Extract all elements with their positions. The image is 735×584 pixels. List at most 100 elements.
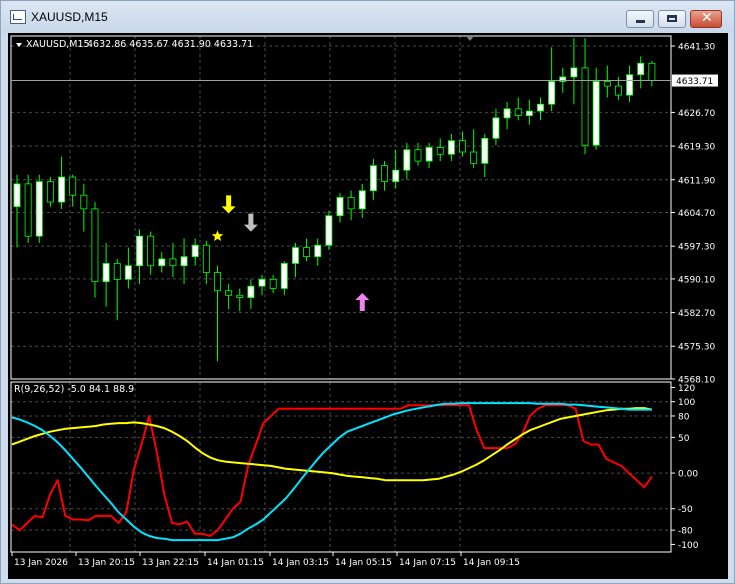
bear-candle [303,247,311,258]
close-icon: ✕ [701,10,713,26]
indicator-tick-label: -80 [678,527,693,537]
price-tick-label: 4604.70 [678,209,715,219]
price-axis: 4641.30 4633.71 4626.70 4619.30 4611.90 4604.… [671,43,718,386]
bear-candle [581,67,589,146]
current-price-label: 4633.71 [676,77,713,87]
time-tick-label: 13 Jan 22:15 [142,558,199,568]
window-title: XAUUSD,M15 [31,10,108,24]
price-tick-label: 4582.70 [678,309,715,319]
bear-candle [169,258,177,267]
price-tick-label: 4575.30 [678,343,715,353]
bull-candle [35,181,43,237]
bear-candle [225,290,233,296]
bear-candle [69,176,77,196]
price-tick-label: 4611.90 [678,176,715,186]
bull-candle [136,235,143,267]
close-button[interactable]: ✕ [690,10,722,28]
indicator-lines [11,402,653,542]
time-tick-label: 14 Jan 05:15 [335,558,392,568]
bull-candle [481,137,489,164]
bear-candle [147,235,155,267]
bear-candle [514,108,522,117]
bear-candle [214,272,221,292]
price-tick-label: 4641.30 [678,43,715,53]
bull-candle [392,169,400,182]
bull-candle [13,183,21,207]
bull-candle [124,265,132,280]
time-tick-label: 13 Jan 20:15 [78,558,135,568]
title-bar[interactable]: XAUUSD,M15 ✕ [1,1,734,33]
bull-candle [525,110,533,117]
time-tick-label: 14 Jan 09:15 [463,558,520,568]
bear-candle [91,208,99,283]
bull-candle [102,263,110,283]
indicator-label: R(9,26,52) -5.0 84.1 88.9 [14,384,134,395]
bear-candle [202,244,210,273]
bull-candle [325,215,333,246]
bear-candle [236,294,244,298]
price-tick-label: 4619.30 [678,143,715,153]
arrow-down-icon [221,195,236,214]
bear-candle [470,151,478,164]
bull-candle [247,285,255,298]
bear-candle [46,181,54,203]
arrow-down-icon [243,213,258,232]
chart-window-icon [10,10,26,24]
bear-candle [614,85,622,96]
bull-candle [503,108,511,119]
bull-candle [291,247,299,264]
indicator-tick-label: 100 [678,398,695,408]
bear-candle [436,147,444,155]
bear-candle [381,165,389,182]
time-tick-label: 14 Jan 01:15 [207,558,264,568]
maximize-button[interactable] [658,10,686,28]
price-tick-label: 4590.10 [678,275,715,285]
bull-candle [280,263,288,289]
bull-candle [537,103,544,112]
indicator-tick-label: -50 [678,505,693,515]
time-tick-label: 13 Jan 2026 [14,558,68,568]
indicator-tick-label: 120 [678,384,695,394]
minimize-icon [636,20,645,23]
ohlc-header: 4632.86 4635.67 4631.90 4633.71 [87,39,253,50]
chart-canvas[interactable]: XAUUSD,M15 4632.86 4635.67 4631.90 4633.… [8,33,728,579]
chart-area[interactable]: XAUUSD,M15 4632.86 4635.67 4631.90 4633.… [8,33,728,579]
bull-candle [180,256,188,267]
shift-marker-icon[interactable] [466,36,474,41]
bull-candle [492,117,500,139]
indicator-tick-label: 80 [678,412,690,422]
bear-candle [269,278,277,289]
bull-candle [626,74,634,96]
bull-candle [592,81,600,146]
bear-candle [603,81,611,87]
bull-candle [447,140,455,155]
bull-candle [637,62,645,76]
indicator-tick-label: 50 [678,434,690,444]
bull-candle [570,67,578,78]
maximize-icon [667,15,677,22]
time-tick-label: 14 Jan 07:15 [399,558,456,568]
time-axis: 13 Jan 2026 13 Jan 20:15 13 Jan 22:15 14 Ja… [11,552,520,568]
bull-candle [191,244,199,258]
bear-candle [113,263,121,280]
price-tick-label: 4626.70 [678,109,715,119]
bull-candle [336,197,344,217]
bear-candle [80,194,88,210]
indicator-tick-label: -100 [678,541,699,551]
bull-candle [314,244,322,258]
bull-candle [158,258,166,267]
bear-candle [347,197,355,210]
star-icon [211,230,224,241]
bull-candle [358,190,366,210]
bull-candle [258,278,266,287]
bull-candle [369,165,377,192]
bull-candle [58,176,66,203]
chart-window: XAUUSD,M15 ✕ XAUUSD,M15 4632.86 4635.67 … [0,0,735,584]
arrow-up-icon [355,293,370,312]
time-tick-label: 14 Jan 03:15 [272,558,329,568]
minimize-button[interactable] [626,10,654,28]
bear-candle [648,62,656,81]
triangle-down-icon[interactable] [16,43,22,47]
symbol-label: XAUUSD,M15 [26,39,90,50]
indicator-tick-label: 0.00 [678,470,698,480]
